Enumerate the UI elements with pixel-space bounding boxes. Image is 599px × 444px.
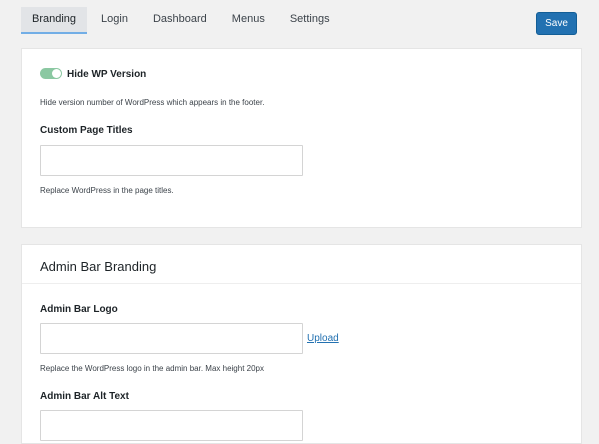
upload-link[interactable]: Upload — [307, 333, 339, 344]
general-branding-card: Hide WP Version Hide version number of W… — [21, 48, 582, 228]
admin-bar-logo-input[interactable] — [40, 323, 303, 354]
admin-bar-alt-text-input[interactable] — [40, 410, 303, 441]
save-button[interactable]: Save — [536, 12, 577, 35]
tab-login[interactable]: Login — [90, 7, 139, 34]
hide-wp-version-toggle[interactable] — [40, 68, 62, 79]
hide-wp-version-help: Hide version number of WordPress which a… — [40, 98, 265, 107]
settings-tabs: Branding Login Dashboard Menus Settings — [21, 7, 341, 34]
tab-settings[interactable]: Settings — [279, 7, 341, 34]
tab-menus[interactable]: Menus — [221, 7, 276, 34]
hide-wp-version-label: Hide WP Version — [67, 69, 147, 80]
admin-bar-logo-help: Replace the WordPress logo in the admin … — [40, 364, 264, 373]
tab-branding[interactable]: Branding — [21, 7, 88, 34]
custom-page-titles-help: Replace WordPress in the page titles. — [40, 186, 174, 195]
section-divider — [22, 283, 581, 284]
toggle-knob — [52, 69, 61, 78]
custom-page-titles-label: Custom Page Titles — [40, 125, 133, 136]
admin-bar-branding-title: Admin Bar Branding — [40, 259, 157, 274]
admin-bar-branding-card: Admin Bar Branding Admin Bar Logo Upload… — [21, 244, 582, 444]
admin-bar-logo-label: Admin Bar Logo — [40, 304, 118, 315]
custom-page-titles-input[interactable] — [40, 145, 303, 176]
admin-bar-alt-text-label: Admin Bar Alt Text — [40, 391, 129, 402]
tab-dashboard[interactable]: Dashboard — [142, 7, 218, 34]
